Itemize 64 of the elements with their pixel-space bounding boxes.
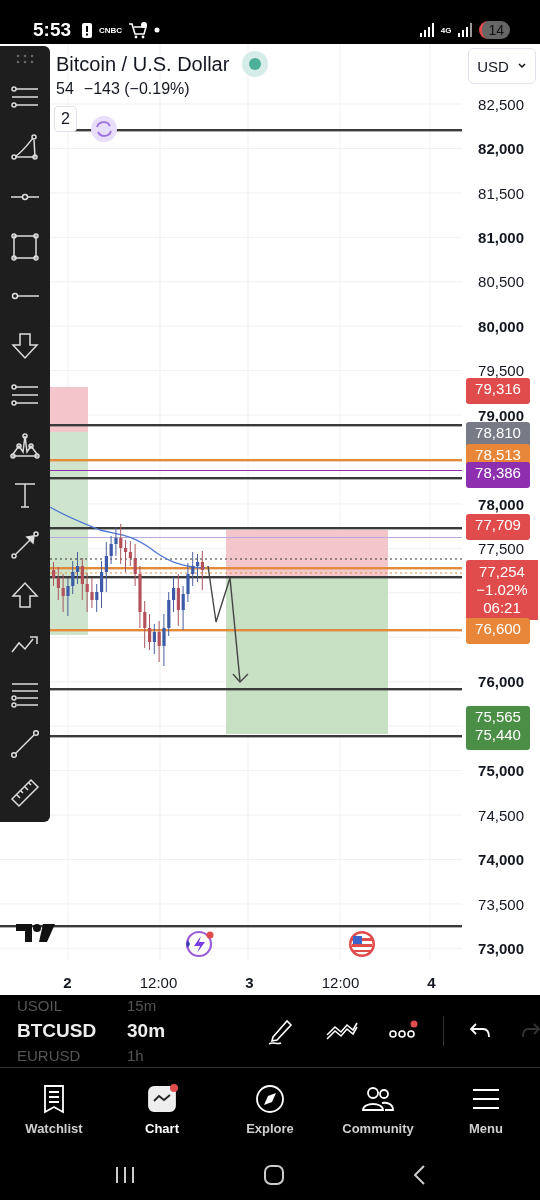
currency-dropdown[interactable]: USD: [468, 48, 536, 84]
time-label: 2: [62, 974, 73, 991]
symbol-title: Bitcoin / U.S. Dollar: [56, 52, 230, 76]
caret-icon: [516, 62, 527, 70]
price-value: 54: [56, 80, 74, 98]
status-dot-icon: [241, 50, 270, 78]
price-label: 82,500: [478, 95, 524, 113]
price-tag: 77,709: [466, 514, 530, 540]
trend-line-icon[interactable]: [9, 727, 41, 760]
logo-icon: [16, 924, 55, 942]
loss-zone: [50, 387, 88, 432]
legend-value: 2: [54, 106, 77, 132]
price-label: 81,500: [478, 184, 524, 202]
price-change: −143 (−0.19%): [83, 80, 190, 98]
time-label: 4: [426, 974, 437, 991]
status-time: 5:53: [33, 19, 72, 41]
price-tag: 79,316: [466, 378, 530, 404]
back-icon[interactable]: [412, 1164, 427, 1186]
price-label: 81,000: [478, 229, 524, 247]
nav-tab[interactable]: Menu: [432, 1082, 540, 1136]
time-label: 3: [244, 974, 255, 991]
price-label: 80,000: [478, 317, 524, 335]
time-label: 12:00: [138, 974, 179, 991]
price-label: 82,000: [478, 140, 524, 158]
arrow-icon[interactable]: [9, 528, 41, 561]
price-label: 80,500: [478, 273, 524, 291]
refresh-icon[interactable]: [91, 116, 117, 142]
rectangle-icon[interactable]: [9, 230, 41, 263]
price-label: 73,000: [478, 940, 524, 958]
price-label: 79,000: [478, 406, 524, 424]
nav-tab[interactable]: Explore: [216, 1082, 324, 1136]
ruler-icon[interactable]: [9, 777, 41, 810]
dot-icon: [154, 27, 161, 33]
price-tag: 78,386: [466, 462, 530, 488]
notification-badge: 14: [479, 21, 510, 39]
drag-handle-icon[interactable]: [14, 54, 36, 64]
flag-icon[interactable]: [349, 931, 375, 957]
price-label: 74,500: [478, 806, 524, 824]
battery-alert-icon: [81, 21, 94, 39]
symbol-name[interactable]: BTCUSD: [17, 1016, 127, 1046]
price-label: 77,500: [478, 540, 524, 558]
price-tag: 76,600: [466, 618, 530, 644]
recent-apps-icon[interactable]: [113, 1165, 136, 1185]
time-label: 12:00: [320, 974, 361, 991]
signal-icon: [418, 22, 435, 38]
nav-tab[interactable]: Community: [324, 1082, 432, 1136]
price-label: 76,000: [478, 673, 524, 691]
signal-icon: [457, 22, 474, 38]
nav-tab[interactable]: Chart: [108, 1082, 216, 1136]
network-type: 4G: [440, 25, 452, 35]
nav-tab[interactable]: Watchlist: [0, 1082, 108, 1136]
home-icon[interactable]: [263, 1164, 285, 1186]
compass-icon: [253, 1082, 287, 1115]
lightning-icon[interactable]: [185, 930, 214, 958]
price-label: 79,500: [478, 362, 524, 380]
price-label: 78,000: [478, 495, 524, 513]
price-label: 74,000: [478, 851, 524, 869]
chart-icon: [145, 1082, 179, 1115]
price-label: 73,500: [478, 895, 524, 913]
news-logo: CNBC: [99, 25, 123, 35]
cart-icon: [128, 21, 149, 39]
price-label: 75,000: [478, 762, 524, 780]
symbol-interval[interactable]: 30m: [127, 1016, 166, 1046]
price-tag: 77,254 −1.02% 06:21: [466, 560, 538, 620]
